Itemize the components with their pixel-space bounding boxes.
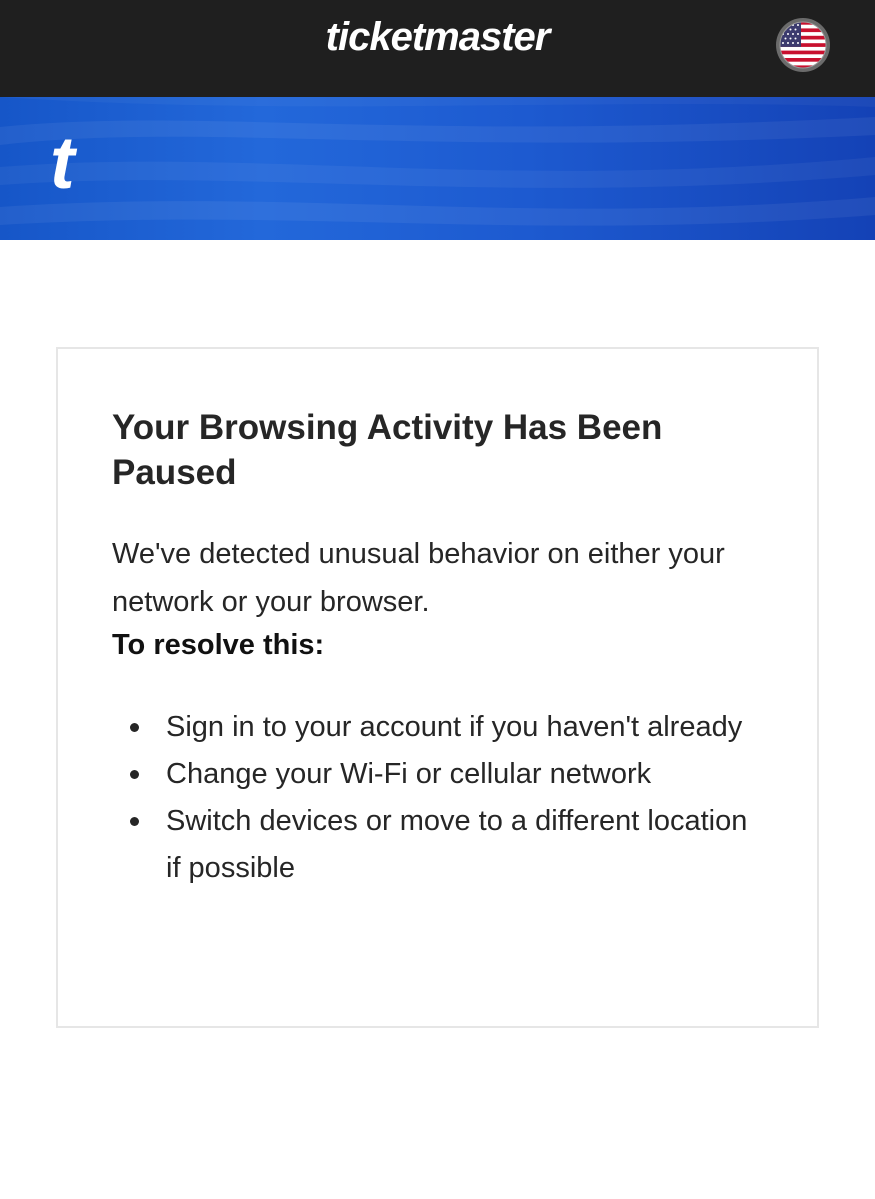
step-text: Change your Wi-Fi or cellular network bbox=[166, 758, 652, 790]
country-selector-button[interactable] bbox=[776, 18, 830, 72]
description-text: We've detected unusual behavior on eithe… bbox=[112, 538, 725, 618]
top-header: ticketmaster bbox=[0, 0, 875, 97]
banner-wave-pattern bbox=[0, 97, 875, 226]
bullet-icon bbox=[130, 723, 139, 732]
step-text: Switch devices or move to a different lo… bbox=[166, 805, 748, 884]
list-item: Switch devices or move to a different lo… bbox=[112, 798, 752, 892]
list-item: Sign in to your account if you haven't a… bbox=[112, 704, 752, 751]
list-item: Change your Wi-Fi or cellular network bbox=[112, 751, 752, 798]
ticketmaster-t-logo: t bbox=[50, 121, 75, 204]
resolve-heading: To resolve this: bbox=[112, 629, 325, 661]
bullet-icon bbox=[130, 770, 139, 779]
ticketmaster-logo[interactable]: ticketmaster bbox=[0, 14, 875, 60]
bullet-icon bbox=[130, 817, 139, 826]
hero-banner: t bbox=[0, 97, 875, 240]
resolution-steps-list: Sign in to your account if you haven't a… bbox=[112, 704, 752, 892]
page-title: Your Browsing Activity Has Been Paused bbox=[112, 408, 663, 492]
step-text: Sign in to your account if you haven't a… bbox=[166, 711, 743, 743]
blocked-message-card: Your Browsing Activity Has Been Paused W… bbox=[56, 347, 819, 1028]
us-flag-icon bbox=[779, 21, 827, 69]
